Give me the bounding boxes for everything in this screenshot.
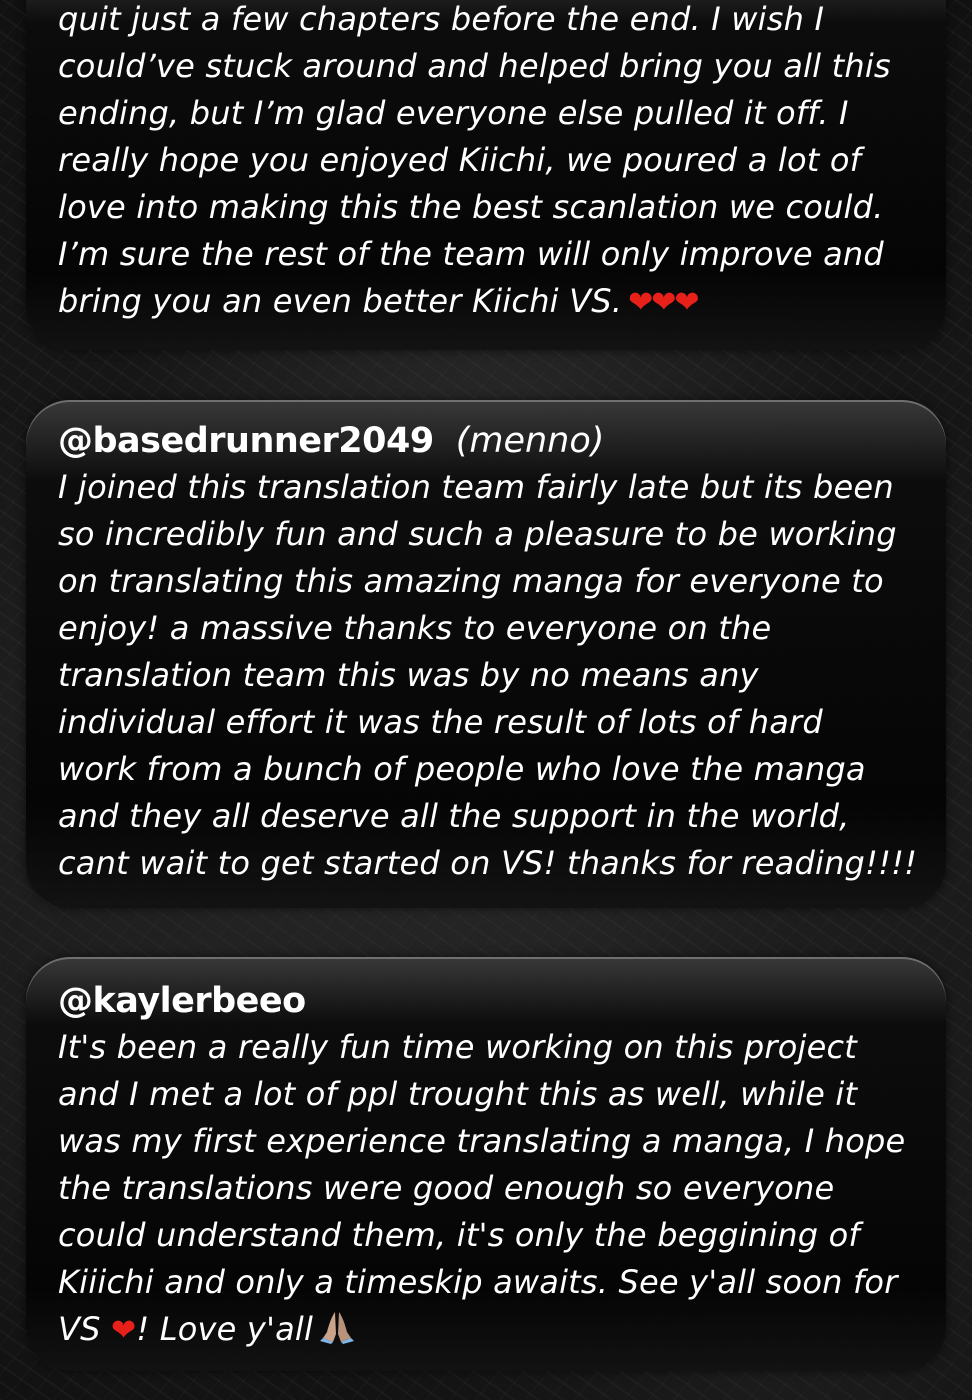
author-handle[interactable]: @basedrunner2049 [58,421,434,461]
message-card-2: @basedrunner2049 (menno) I joined this tr… [26,400,946,908]
author-line: @kaylerbeeo [58,980,918,1024]
message-card-1: quit just a few chapters before the end.… [26,0,946,350]
message-body: I joined this translation team fairly la… [58,468,918,882]
message-body: It's been a really fun time working on t… [58,1028,906,1348]
folded-hands-icon [320,1312,355,1344]
message-body: quit just a few chapters before the end.… [58,0,891,320]
author-nickname: (menno) [455,421,605,461]
hearts-icon: ❤❤❤ [628,285,699,320]
message-card-3: @kaylerbeeo It's been a really fun time … [26,957,946,1371]
author-handle[interactable]: @kaylerbeeo [58,981,306,1021]
heart-icon: ❤ [110,1313,137,1348]
author-line: @basedrunner2049 (menno) [58,420,918,464]
